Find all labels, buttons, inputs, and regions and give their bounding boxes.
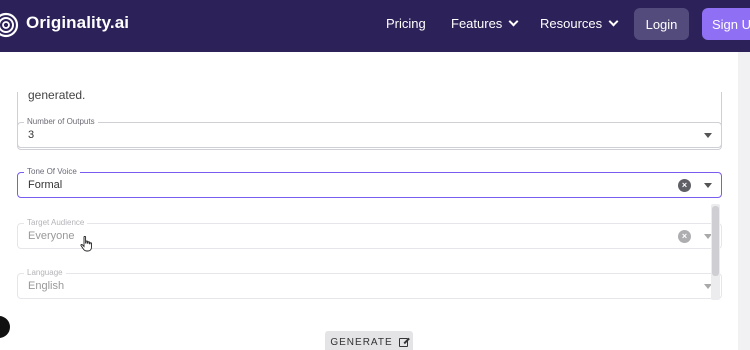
login-button[interactable]: Login <box>634 8 689 40</box>
brand-name[interactable]: Originality.ai <box>26 13 129 33</box>
tone-of-voice-select[interactable]: Tone Of Voice Formal × <box>17 167 722 198</box>
chevron-down-icon <box>608 16 619 27</box>
top-navbar: Originality.ai Pricing Features Resource… <box>0 0 750 52</box>
field-label: Number of Outputs <box>24 117 98 127</box>
nav-link-label: Resources <box>540 16 603 31</box>
field-label: Language <box>24 268 66 278</box>
textarea-content: generated. <box>28 88 86 102</box>
nav-link-label: Features <box>451 16 503 31</box>
field-value: English <box>28 280 65 292</box>
field-label: Target Audience <box>24 218 88 228</box>
generate-label: GENERATE <box>330 336 393 348</box>
scrollbar-thumb[interactable] <box>712 206 719 276</box>
field-value: Everyone <box>28 230 75 242</box>
caret-down-icon[interactable] <box>704 183 712 188</box>
page-scrollbar[interactable] <box>738 52 750 350</box>
field-label: Tone Of Voice <box>24 167 80 177</box>
nav-link-features[interactable]: Features <box>451 16 519 31</box>
edit-icon <box>398 337 408 347</box>
originality-logo-icon[interactable] <box>0 10 22 40</box>
nav-link-label: Pricing <box>386 16 426 31</box>
dropdown-scrollbar[interactable] <box>711 204 720 300</box>
generate-button[interactable]: GENERATE <box>325 331 413 350</box>
field-value: 3 <box>28 129 35 141</box>
hand-cursor-icon <box>80 235 94 257</box>
clear-icon[interactable]: × <box>678 179 691 192</box>
clear-icon[interactable]: × <box>678 230 691 243</box>
nav-link-pricing[interactable]: Pricing <box>386 16 426 31</box>
signup-button[interactable]: Sign U <box>702 8 750 40</box>
number-of-outputs-select[interactable]: Number of Outputs 3 <box>17 117 722 148</box>
nav-link-resources[interactable]: Resources <box>540 16 619 31</box>
caret-down-icon[interactable] <box>704 133 712 138</box>
field-value: Formal <box>28 179 63 191</box>
target-audience-select[interactable]: Target Audience Everyone × <box>17 218 722 249</box>
language-select[interactable]: Language English <box>17 268 722 299</box>
main-content: generated. <box>0 52 750 350</box>
chevron-down-icon <box>508 16 519 27</box>
